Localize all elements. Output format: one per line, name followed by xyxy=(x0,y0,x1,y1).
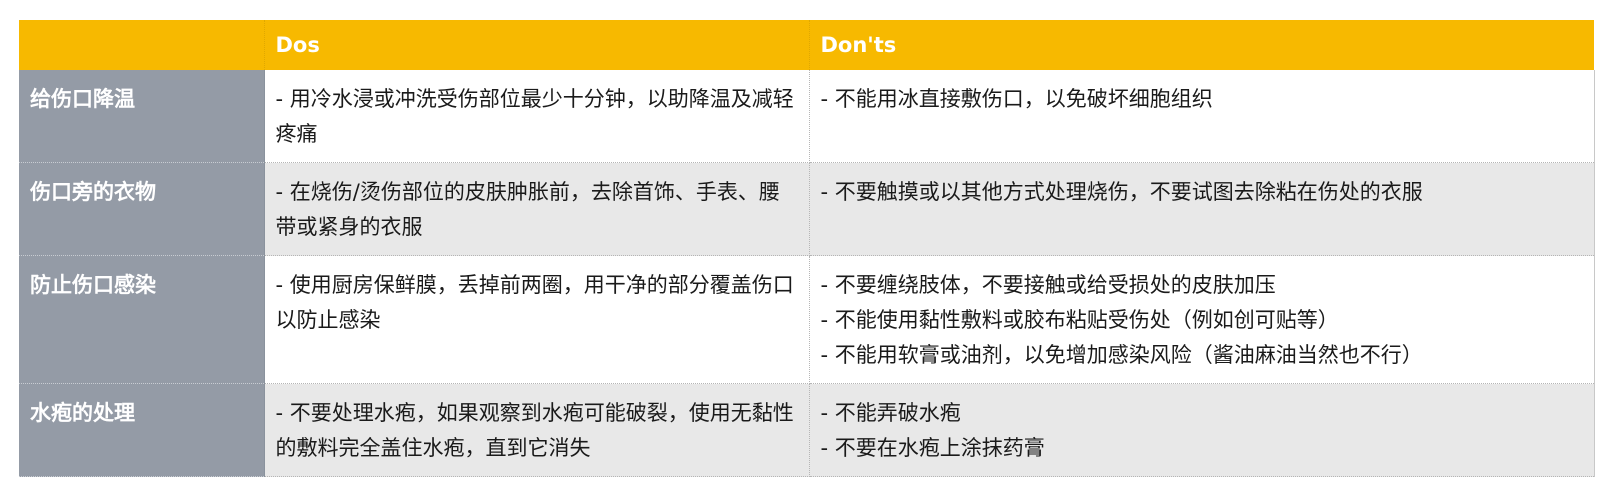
donts-text: - 不能弄破水疱 xyxy=(820,401,961,425)
dos-cell: - 不要处理水疱，如果观察到水疱可能破裂，使用无黏性的敷料完全盖住水疱，直到它消… xyxy=(264,383,810,477)
row-header: 水疱的处理 xyxy=(19,383,265,477)
header-donts: Don'ts xyxy=(809,20,1594,70)
donts-text: - 不要在水疱上涂抹药膏 xyxy=(820,436,1045,460)
donts-text: - 不要触摸或以其他方式处理烧伤，不要试图去除粘在伤处的衣服 xyxy=(820,180,1423,204)
donts-text: - 不要缠绕肢体，不要接触或给受损处的皮肤加压 xyxy=(820,273,1276,297)
header-dos: Dos xyxy=(264,20,810,70)
donts-cell: - 不要触摸或以其他方式处理烧伤，不要试图去除粘在伤处的衣服 xyxy=(809,162,1595,256)
table-row: 给伤口降温 - 用冷水浸或冲洗受伤部位最少十分钟，以助降温及减轻疼痛 - 不能用… xyxy=(19,70,1595,163)
dos-text: - 用冷水浸或冲洗受伤部位最少十分钟，以助降温及减轻疼痛 xyxy=(275,87,794,146)
dos-text: - 不要处理水疱，如果观察到水疱可能破裂，使用无黏性的敷料完全盖住水疱，直到它消… xyxy=(275,401,794,460)
row-header: 给伤口降温 xyxy=(19,70,265,163)
burn-care-table: Dos Don'ts 给伤口降温 - 用冷水浸或冲洗受伤部位最少十分钟，以助降温… xyxy=(19,20,1595,477)
dos-text: - 在烧伤/烫伤部位的皮肤肿胀前，去除首饰、手表、腰带或紧身的衣服 xyxy=(275,180,780,239)
table-row: 伤口旁的衣物 - 在烧伤/烫伤部位的皮肤肿胀前，去除首饰、手表、腰带或紧身的衣服… xyxy=(19,162,1595,256)
donts-text: - 不能使用黏性敷料或胶布粘贴受伤处（例如创可贴等） xyxy=(820,308,1339,332)
dos-cell: - 使用厨房保鲜膜，丢掉前两圈，用干净的部分覆盖伤口以防止感染 xyxy=(264,255,810,384)
row-header: 伤口旁的衣物 xyxy=(19,162,265,256)
dos-cell: - 用冷水浸或冲洗受伤部位最少十分钟，以助降温及减轻疼痛 xyxy=(264,70,810,163)
table-row: 水疱的处理 - 不要处理水疱，如果观察到水疱可能破裂，使用无黏性的敷料完全盖住水… xyxy=(19,383,1595,477)
donts-cell: - 不能弄破水疱 - 不要在水疱上涂抹药膏 xyxy=(809,383,1595,477)
dos-text: - 使用厨房保鲜膜，丢掉前两圈，用干净的部分覆盖伤口以防止感染 xyxy=(275,273,794,332)
table-row: 防止伤口感染 - 使用厨房保鲜膜，丢掉前两圈，用干净的部分覆盖伤口以防止感染 -… xyxy=(19,255,1595,384)
donts-cell: - 不要缠绕肢体，不要接触或给受损处的皮肤加压 - 不能使用黏性敷料或胶布粘贴受… xyxy=(809,255,1595,384)
dos-cell: - 在烧伤/烫伤部位的皮肤肿胀前，去除首饰、手表、腰带或紧身的衣服 xyxy=(264,162,810,256)
header-empty-cell xyxy=(19,20,265,70)
burn-care-table-container: Dos Don'ts 给伤口降温 - 用冷水浸或冲洗受伤部位最少十分钟，以助降温… xyxy=(19,20,1595,477)
donts-cell: - 不能用冰直接敷伤口，以免破坏细胞组织 xyxy=(809,70,1595,163)
donts-text: - 不能用冰直接敷伤口，以免破坏细胞组织 xyxy=(820,87,1213,111)
row-header: 防止伤口感染 xyxy=(19,255,265,384)
donts-text: - 不能用软膏或油剂，以免增加感染风险（酱油麻油当然也不行） xyxy=(820,343,1423,367)
table-header-row: Dos Don'ts xyxy=(19,20,1594,70)
